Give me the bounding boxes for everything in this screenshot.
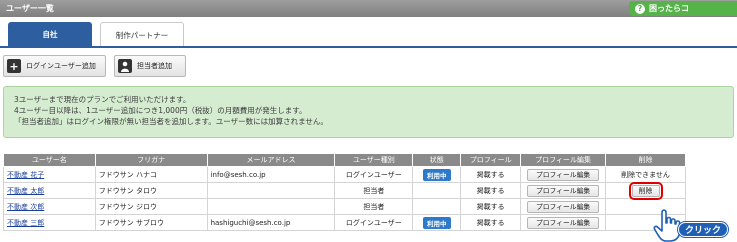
help-button[interactable]: ? 困ったらコ <box>629 1 737 16</box>
user-type-cell: ログインユーザー <box>334 166 414 183</box>
user-type-cell: 担当者 <box>334 182 414 199</box>
email-cell: hashiguchi@sesh.co.jp <box>206 214 336 231</box>
page-title: ユーザー一覧 <box>6 4 54 13</box>
help-icon: ? <box>635 3 645 14</box>
user-name-link[interactable]: 不動産 三郎 <box>7 219 44 227</box>
title-bar: ユーザー一覧 ? 困ったらコ <box>0 0 737 17</box>
user-type-cell: ログインユーザー <box>334 214 414 231</box>
profile-edit-button[interactable]: プロフィール編集 <box>527 184 600 197</box>
profile-cell: 掲載する <box>460 182 522 199</box>
user-name-link[interactable]: 不動産 花子 <box>7 171 44 179</box>
email-cell: info@sesh.co.jp <box>206 166 336 183</box>
user-table: ユーザー名 フリガナ メールアドレス ユーザー種別 状態 プロフィール プロフィ… <box>3 153 686 231</box>
profile-cell: 掲載する <box>460 198 522 215</box>
header-profile-edit: プロフィール編集 <box>520 153 607 167</box>
tab-underline <box>0 46 737 48</box>
profile-cell: 掲載する <box>460 214 522 231</box>
table-row: 不動産 三郎 フドウサン サブロウ hashiguchi@sesh.co.jp … <box>3 214 686 231</box>
add-person-button[interactable]: 担当者追加 <box>114 55 186 77</box>
kana-cell: フドウサン サブロウ <box>94 214 208 231</box>
header-user-type: ユーザー種別 <box>334 153 414 167</box>
help-label: 困ったらコ <box>649 4 689 13</box>
header-profile: プロフィール <box>460 153 522 167</box>
add-person-label: 担当者追加 <box>137 62 172 70</box>
header-kana: フリガナ <box>94 153 208 167</box>
add-login-user-label: ログインユーザー追加 <box>26 62 96 70</box>
table-row: 不動産 次郎 フドウサン ジロウ 担当者 掲載する プロフィール編集 <box>3 198 686 215</box>
info-line-2: 4ユーザー目以降は、1ユーザー追加につき1,000円（税抜）の月額費用が発生しま… <box>14 106 307 115</box>
email-cell <box>206 198 336 215</box>
delete-button[interactable]: 削除 <box>628 181 663 200</box>
status-badge: 利用中 <box>423 168 451 181</box>
tab-bar: 自社 制作パートナー <box>0 22 737 48</box>
profile-edit-button[interactable]: プロフィール編集 <box>527 200 600 213</box>
kana-cell: フドウサン ハナコ <box>94 166 208 183</box>
status-cell <box>412 198 462 215</box>
kana-cell: フドウサン タロウ <box>94 182 208 199</box>
person-icon <box>118 59 132 73</box>
header-email: メールアドレス <box>206 153 336 167</box>
profile-edit-button[interactable]: プロフィール編集 <box>527 168 600 181</box>
info-line-3: 「担当者追加」はログイン権限が無い担当者を追加します。ユーザー数には加算されませ… <box>14 117 328 126</box>
status-badge: 利用中 <box>423 216 451 229</box>
kana-cell: フドウサン ジロウ <box>94 198 208 215</box>
header-delete: 削除 <box>605 153 686 167</box>
user-type-cell: 担当者 <box>334 198 414 215</box>
tab-partner[interactable]: 制作パートナー <box>100 22 184 47</box>
profile-cell: 掲載する <box>460 166 522 183</box>
email-cell <box>206 182 336 199</box>
user-name-link[interactable]: 不動産 太郎 <box>7 187 44 195</box>
delete-unavailable-text: 削除できません <box>605 166 686 183</box>
header-user-name: ユーザー名 <box>3 153 96 167</box>
table-row: 不動産 太郎 フドウサン タロウ 担当者 掲載する プロフィール編集 削除 <box>3 181 686 200</box>
info-line-1: 3ユーザーまで現在のプランでご利用いただけます。 <box>14 95 191 104</box>
status-cell <box>412 182 462 199</box>
tab-own-company[interactable]: 自社 <box>8 22 92 47</box>
profile-edit-button[interactable]: プロフィール編集 <box>527 216 600 229</box>
table-header-row: ユーザー名 フリガナ メールアドレス ユーザー種別 状態 プロフィール プロフィ… <box>3 153 686 167</box>
add-login-user-button[interactable]: + ログインユーザー追加 <box>3 55 106 77</box>
user-name-link[interactable]: 不動産 次郎 <box>7 203 44 211</box>
plus-icon: + <box>7 59 21 73</box>
header-status: 状態 <box>412 153 462 167</box>
click-callout: クリック <box>678 222 729 237</box>
plan-info-box: 3ユーザーまで現在のプランでご利用いただけます。 4ユーザー目以降は、1ユーザー… <box>3 86 734 138</box>
table-row: 不動産 花子 フドウサン ハナコ info@sesh.co.jp ログインユーザ… <box>3 166 686 183</box>
